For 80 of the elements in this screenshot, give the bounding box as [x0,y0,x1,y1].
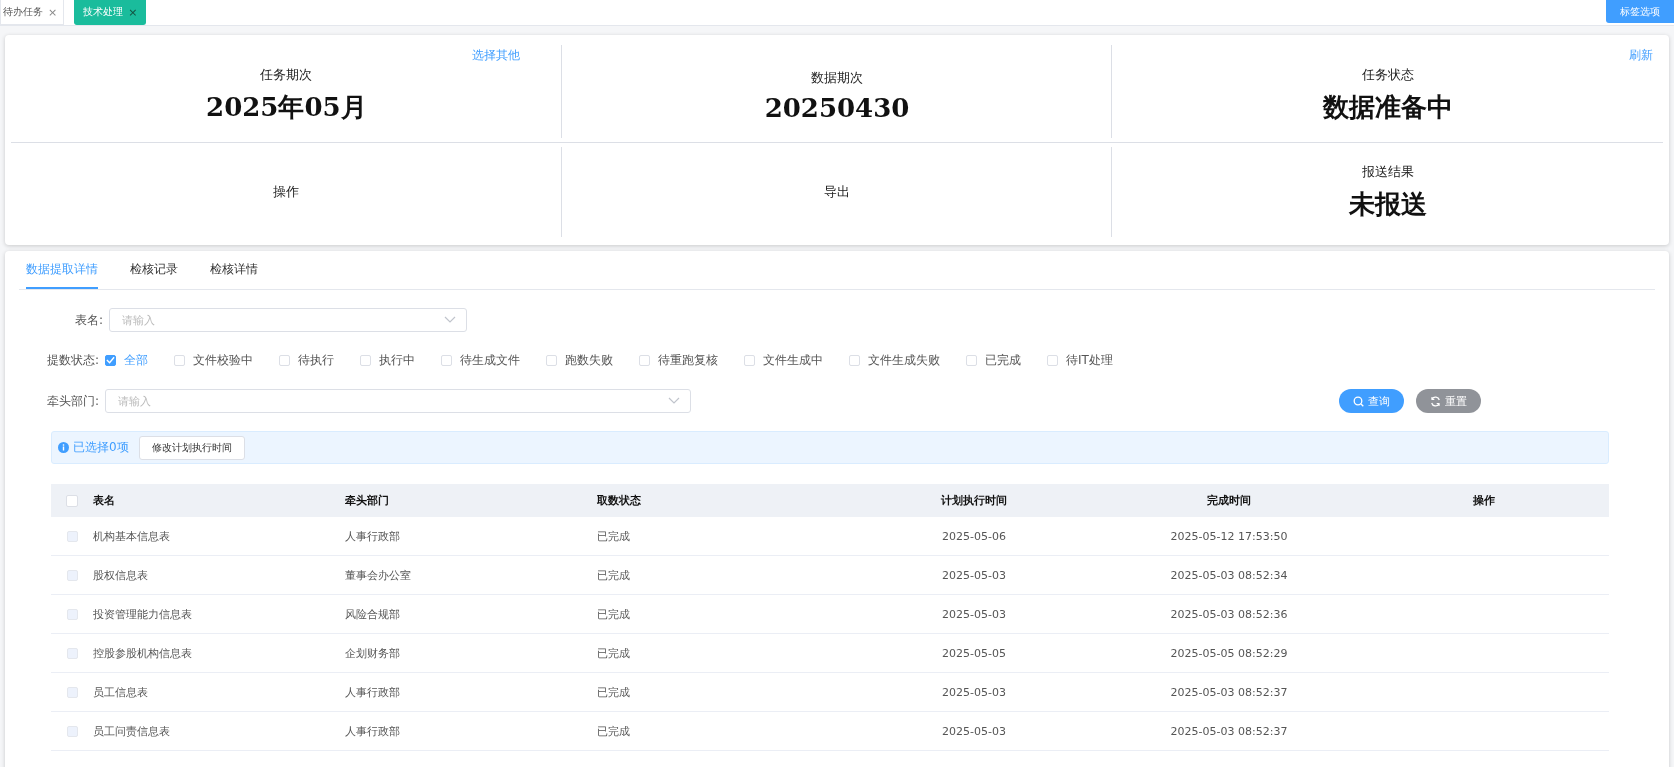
table-cell: 2025-05-05 08:52:29 [1170,646,1288,660]
table-cell: 人事行政部 [345,529,400,543]
column-header: 操作 [1473,494,1495,507]
summary-value: 未报送 [1348,187,1427,221]
column-header: 计划执行时间 [941,494,1007,507]
field-label: 表名: [73,311,104,329]
table-cell: 员工信息表 [93,685,148,699]
table-cell: 人事行政部 [345,685,400,699]
row-checkbox[interactable] [66,569,78,581]
table-cell: 2025-05-12 17:53:50 [1170,529,1288,543]
table-cell: 员工问责信息表 [93,724,170,738]
summary-value: 数据准备中 [1322,91,1453,124]
page-tab[interactable]: 技术处理 × [74,0,147,25]
summary-value: 2025年05月 [206,91,367,124]
summary-label: 任务期次 [260,66,313,84]
chevron-down-icon [668,397,680,405]
summary-label: 操作 [273,183,300,201]
row-checkbox[interactable] [66,608,78,620]
table-cell: 风险合规部 [345,607,400,621]
checkbox-icon[interactable] [105,354,116,366]
edit-schedule-button[interactable]: 修改计划执行时间 [138,435,245,460]
detail-tab[interactable]: 检核记录 [130,261,178,289]
status-checkbox[interactable]: 文件生成失败 [849,351,940,369]
table-cell: 2025-05-03 08:52:37 [1170,724,1288,738]
row-checkbox[interactable] [66,686,78,698]
column-header: 完成时间 [1207,494,1251,507]
table-cell: 企划财务部 [345,646,400,660]
table-cell: 已完成 [597,724,630,738]
table-cell: 已完成 [597,646,630,660]
status-checkbox[interactable]: 文件校验中 [174,351,253,369]
table-cell: 股权信息表 [93,568,148,582]
table-cell: 投资管理能力信息表 [93,607,192,621]
table-cell: 2025-05-06 [942,529,1006,543]
search-icon [1353,395,1364,407]
table-cell: 控股参股机构信息表 [93,646,192,660]
table-cell: 机构基本信息表 [93,529,170,543]
close-icon[interactable]: × [48,5,58,19]
status-checkbox[interactable]: 已完成 [966,351,1021,369]
table-cell: 人事行政部 [345,724,400,738]
summary-value: 20250430 [764,92,910,123]
page-tab[interactable]: 待办任务 × [0,0,65,25]
row-checkbox[interactable] [66,725,78,737]
table-cell: 2025-05-03 [942,568,1006,582]
table-cell: 董事会办公室 [345,568,411,582]
field-label: 牵头部门: [45,392,100,410]
table-cell: 2025-05-03 [942,685,1006,699]
field-label: 提数状态: [45,351,100,369]
close-icon[interactable]: × [128,5,138,19]
status-checkbox[interactable]: 文件生成中 [744,351,823,369]
table-cell: 已完成 [597,607,630,621]
select-all-checkbox[interactable] [66,494,78,507]
table-cell: 2025-05-03 08:52:37 [1170,685,1288,699]
column-header: 牵头部门 [345,494,389,507]
summary-label: 报送结果 [1361,162,1414,181]
status-checkbox[interactable]: 待生成文件 [441,351,520,369]
summary-label: 数据期次 [811,68,863,87]
row-checkbox[interactable] [66,530,78,542]
refresh-icon [1430,395,1441,407]
table-cell: 2025-05-03 08:52:36 [1170,607,1288,621]
status-checkbox[interactable]: 跑数失败 [546,351,613,369]
column-header: 表名 [93,494,115,507]
table-cell: 2025-05-05 [942,646,1006,660]
status-checkbox[interactable]: 待IT处理 [1047,351,1113,369]
table-cell: 已完成 [597,685,630,699]
table-cell: 2025-05-03 [942,724,1006,738]
row-checkbox[interactable] [66,647,78,659]
status-checkbox[interactable]: 执行中 [360,351,415,369]
detail-tab[interactable]: 检核详情 [210,261,258,289]
selection-count: 已选择0项 [73,439,129,456]
status-checkbox[interactable]: 待重跑复核 [639,351,718,369]
summary-label: 任务状态 [1361,66,1414,84]
status-checkbox[interactable]: 待执行 [279,351,334,369]
table-cell: 已完成 [597,568,630,582]
info-icon [58,442,69,453]
table-cell: 2025-05-03 [942,607,1006,621]
column-header: 取数状态 [597,494,641,507]
chevron-down-icon [444,316,456,324]
summary-label: 导出 [824,183,850,201]
table-cell: 2025-05-03 08:52:34 [1170,568,1288,582]
table-cell: 已完成 [597,529,630,543]
